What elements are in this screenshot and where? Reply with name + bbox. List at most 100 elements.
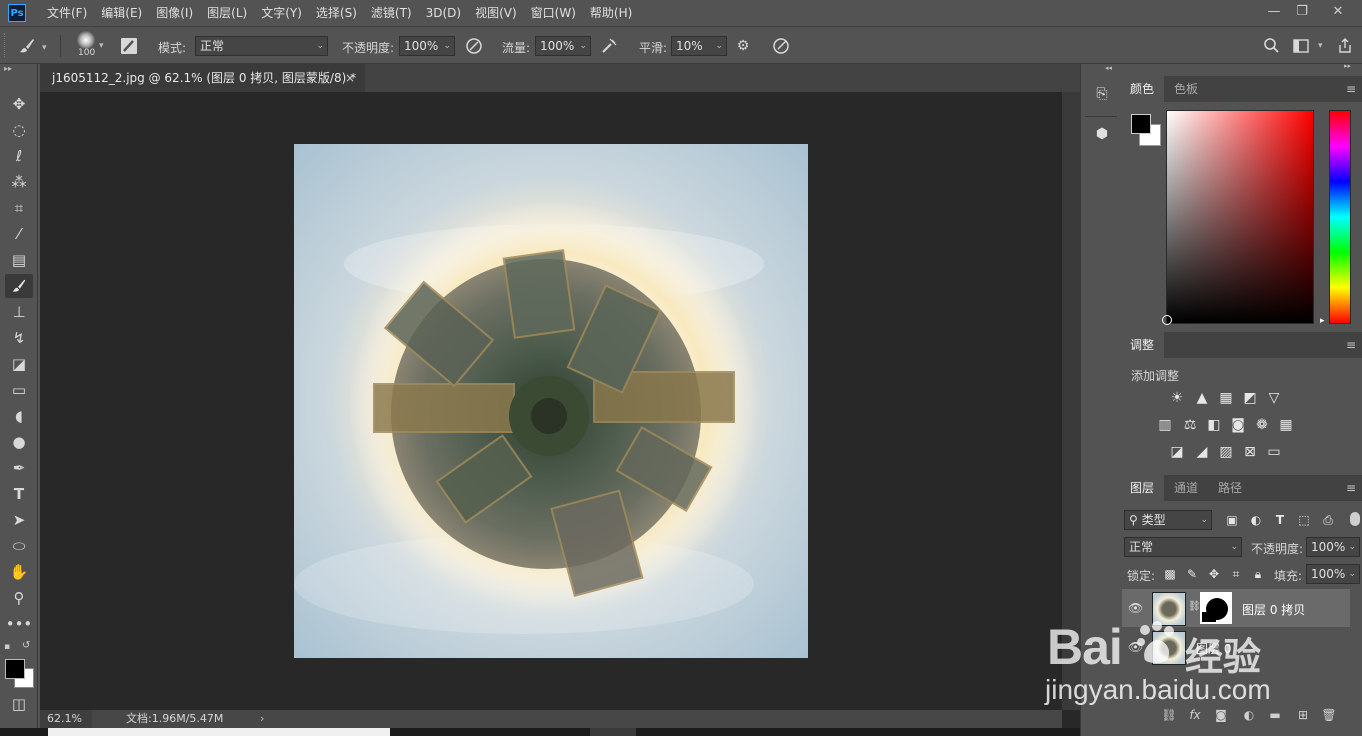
- menu-3d[interactable]: 3D(D): [419, 0, 468, 26]
- menu-help[interactable]: 帮助(H): [583, 0, 639, 26]
- eyedropper-icon[interactable]: ⁄: [5, 222, 33, 246]
- zoom-tool-icon[interactable]: ⚲: [5, 586, 33, 610]
- move-tool-icon[interactable]: ✥: [5, 92, 33, 116]
- curves-icon[interactable]: ▦: [1216, 388, 1236, 408]
- workspace-arrow-icon[interactable]: ▾: [1318, 41, 1323, 51]
- tool-preset-arrow-icon[interactable]: ▾: [42, 43, 47, 53]
- menu-view[interactable]: 视图(V): [468, 0, 524, 26]
- options-grip[interactable]: [4, 33, 11, 57]
- layer-opacity-input[interactable]: 100% ⌄: [1306, 537, 1360, 557]
- menu-image[interactable]: 图像(I): [149, 0, 200, 26]
- history-panel-icon[interactable]: ⎘: [1092, 86, 1112, 108]
- new-adjustment-icon[interactable]: ◐: [1240, 706, 1258, 724]
- panel-menu-icon[interactable]: ≡: [1346, 82, 1356, 96]
- type-tool-icon[interactable]: T: [5, 482, 33, 506]
- gradient-map-icon[interactable]: ▭: [1264, 442, 1284, 462]
- brush-tool-icon[interactable]: [18, 37, 36, 55]
- lasso-tool-icon[interactable]: ℓ: [5, 144, 33, 168]
- filter-toggle[interactable]: [1350, 512, 1360, 526]
- pressure-opacity-icon[interactable]: [465, 37, 483, 55]
- menu-layer[interactable]: 图层(L): [200, 0, 254, 26]
- dodge-tool-icon[interactable]: ●: [5, 430, 33, 454]
- minimize-button[interactable]: —: [1262, 2, 1286, 22]
- new-layer-icon[interactable]: ⊞: [1294, 706, 1312, 724]
- search-icon[interactable]: [1262, 37, 1280, 55]
- menu-select[interactable]: 选择(S): [309, 0, 364, 26]
- workspace-icon[interactable]: [1292, 37, 1310, 55]
- posterize-icon[interactable]: ◢: [1192, 442, 1212, 462]
- threshold-icon[interactable]: ▨: [1216, 442, 1236, 462]
- filter-type-icon[interactable]: T: [1270, 510, 1290, 530]
- default-colors-icon[interactable]: ▪: [4, 642, 10, 652]
- brush-tool-icon[interactable]: [5, 274, 33, 298]
- menu-type[interactable]: 文字(Y): [254, 0, 309, 26]
- gradient-tool-icon[interactable]: ▭: [5, 378, 33, 402]
- menu-file[interactable]: 文件(F): [40, 0, 94, 26]
- 3d-panel-icon[interactable]: ⬢: [1092, 126, 1112, 148]
- tab-channels[interactable]: 通道: [1164, 475, 1208, 501]
- foreground-color-chip[interactable]: [1131, 114, 1151, 134]
- brush-preview-icon[interactable]: [77, 31, 95, 49]
- collapse-arrows-icon[interactable]: ▸▸: [4, 64, 12, 73]
- close-window-button[interactable]: ✕: [1326, 2, 1350, 22]
- history-brush-icon[interactable]: ↯: [5, 326, 33, 350]
- canvas-image[interactable]: [294, 144, 808, 658]
- lock-artboard-icon[interactable]: ⌗: [1226, 564, 1246, 584]
- lock-position-icon[interactable]: ✥: [1204, 564, 1224, 584]
- blend-mode-select[interactable]: 正常 ⌄: [1124, 537, 1242, 557]
- taskbar-item[interactable]: [590, 728, 636, 736]
- tab-paths[interactable]: 路径: [1208, 475, 1252, 501]
- menu-edit[interactable]: 编辑(E): [94, 0, 149, 26]
- color-picker-marker[interactable]: [1162, 315, 1172, 325]
- hue-saturation-icon[interactable]: ▥: [1155, 415, 1175, 435]
- menu-window[interactable]: 窗口(W): [524, 0, 583, 26]
- pressure-size-icon[interactable]: [772, 37, 790, 55]
- gear-icon[interactable]: ⚙: [734, 37, 752, 55]
- filter-pixel-icon[interactable]: ▣: [1222, 510, 1242, 530]
- add-mask-icon[interactable]: ◙: [1212, 706, 1230, 724]
- pen-tool-icon[interactable]: ✒: [5, 456, 33, 480]
- hand-tool-icon[interactable]: ✋: [5, 560, 33, 584]
- airbrush-icon[interactable]: [600, 37, 618, 55]
- brush-picker-arrow-icon[interactable]: ▾: [99, 41, 104, 51]
- zoom-level[interactable]: 62.1%: [40, 710, 92, 728]
- smooth-input[interactable]: 10% ⌄: [671, 36, 727, 56]
- exposure-icon[interactable]: ◩: [1240, 388, 1260, 408]
- swap-colors-icon[interactable]: ↺: [22, 640, 30, 651]
- tab-color[interactable]: 颜色: [1120, 76, 1165, 102]
- fill-input[interactable]: 100% ⌄: [1306, 564, 1360, 584]
- close-tab-icon[interactable]: ×: [345, 64, 355, 92]
- blur-tool-icon[interactable]: ◖: [5, 404, 33, 428]
- taskbar-item[interactable]: [48, 728, 390, 736]
- brightness-icon[interactable]: ☀: [1167, 388, 1187, 408]
- panel-menu-icon[interactable]: ≡: [1346, 338, 1356, 352]
- delete-layer-icon[interactable]: 🗑︎: [1320, 706, 1338, 724]
- lock-transparent-icon[interactable]: ▩: [1160, 564, 1180, 584]
- foreground-color-swatch[interactable]: [5, 659, 25, 679]
- clone-stamp-icon[interactable]: ⊥: [5, 300, 33, 324]
- color-field[interactable]: [1166, 110, 1314, 324]
- collapse-arrows-icon[interactable]: ◂◂: [1105, 64, 1112, 72]
- path-selection-icon[interactable]: ➤: [5, 508, 33, 532]
- color-balance-icon[interactable]: ⚖: [1180, 415, 1200, 435]
- crop-tool-icon[interactable]: ⌗: [5, 196, 33, 220]
- expand-arrows-icon[interactable]: ▸▸: [1344, 62, 1351, 70]
- invert-icon[interactable]: ◪: [1167, 442, 1187, 462]
- more-tools-icon[interactable]: •••: [5, 612, 33, 636]
- hue-slider[interactable]: [1329, 110, 1351, 324]
- marquee-tool-icon[interactable]: ◌: [5, 118, 33, 142]
- eraser-icon[interactable]: ◪: [5, 352, 33, 376]
- restore-button[interactable]: ❐: [1290, 2, 1314, 22]
- visibility-eye-icon[interactable]: 👁︎: [1128, 601, 1143, 615]
- quick-mask-icon[interactable]: ◫: [5, 692, 33, 716]
- filter-shape-icon[interactable]: ⬚: [1294, 510, 1314, 530]
- selective-color-icon[interactable]: ⊠: [1240, 442, 1260, 462]
- hue-slider-handle-icon[interactable]: ▸: [1320, 316, 1325, 326]
- opacity-input[interactable]: 100% ⌄: [399, 36, 455, 56]
- lock-pixels-icon[interactable]: ✎: [1182, 564, 1202, 584]
- filter-smart-object-icon[interactable]: ⎙: [1318, 510, 1338, 530]
- panel-menu-icon[interactable]: ≡: [1346, 481, 1356, 495]
- flow-input[interactable]: 100% ⌄: [535, 36, 591, 56]
- new-group-icon[interactable]: ▬: [1266, 706, 1284, 724]
- tab-layers[interactable]: 图层: [1120, 475, 1165, 501]
